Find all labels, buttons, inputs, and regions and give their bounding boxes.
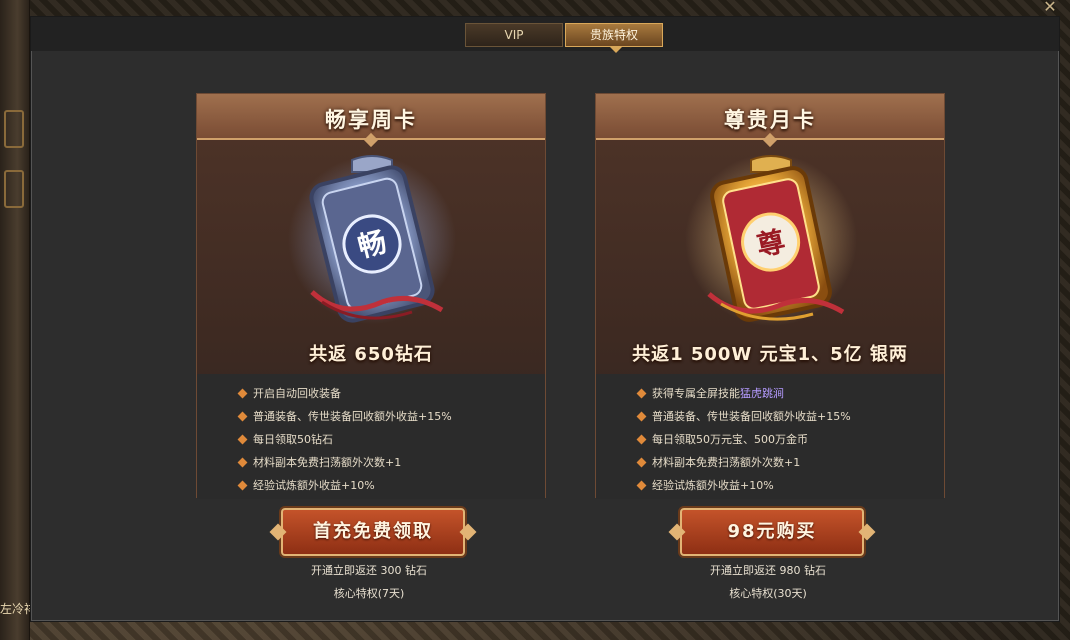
perk-item: 获得专属全屏技能猛虎跳涧 [636, 382, 944, 405]
diamond-bullet-icon [237, 411, 248, 422]
buy-monthly-button[interactable]: 98元购买 [680, 508, 864, 556]
perk-list: 开启自动回收装备 普通装备、传世装备回收额外收益+15% 每日领取50钻石 材料… [197, 374, 545, 499]
claim-free-button[interactable]: 首充免费领取 [281, 508, 465, 556]
card-reward: 共返1 500W 元宝1、5亿 银两 [632, 344, 908, 365]
card-title: 尊贵月卡 [724, 108, 816, 132]
perk-item: 普通装备、传世装备回收额外收益+15% [636, 405, 944, 428]
perk-list: 获得专属全屏技能猛虎跳涧 普通装备、传世装备回收额外收益+15% 每日领取50万… [596, 374, 944, 499]
weekly-card: 畅享周卡 畅 共返 650钻石 开启自动回收装备 普通装备、传世装备回收额外收益… [196, 93, 546, 499]
tab-bar: VIP 贵族特权 [31, 17, 1059, 53]
card-header: 畅享周卡 [197, 94, 545, 140]
left-decoration [0, 0, 30, 640]
diamond-bullet-icon [237, 434, 248, 445]
perk-item: 每日领取50万元宝、500万金币 [636, 428, 944, 451]
perk-item: 经验试炼额外收益+10% [237, 474, 545, 497]
diamond-bullet-icon [636, 480, 647, 491]
monthly-duration-note: 核心特权(30天) [729, 587, 807, 600]
diamond-bullet-icon [237, 388, 248, 399]
diamond-bullet-icon [636, 388, 647, 399]
skill-highlight: 猛虎跳涧 [740, 387, 784, 400]
diamond-bullet-icon [237, 457, 248, 468]
perk-item: 普通装备、传世装备回收额外收益+15% [237, 405, 545, 428]
perk-item: 每日领取50钻石 [237, 428, 545, 451]
monthly-token-image: 尊 [685, 154, 857, 326]
monthly-card: 尊贵月卡 尊 共返1 500W 元宝1、5亿 银两 获得专属全屏技能猛虎跳涧 普… [595, 93, 945, 499]
perk-item: 开启自动回收装备 [237, 382, 545, 405]
ornament-icon [4, 170, 24, 208]
perk-item: 材料副本免费扫荡额外次数+1 [636, 451, 944, 474]
card-title: 畅享周卡 [325, 108, 417, 132]
diamond-bullet-icon [636, 457, 647, 468]
ornament-icon [4, 110, 24, 148]
perk-item: 材料副本免费扫荡额外次数+1 [237, 451, 545, 474]
diamond-bullet-icon [237, 480, 248, 491]
monthly-return-note: 开通立即返还 980 钻石 [710, 564, 826, 577]
weekly-token-image: 畅 [288, 155, 456, 324]
weekly-return-note: 开通立即返还 300 钻石 [311, 564, 427, 577]
tab-noble-privilege[interactable]: 贵族特权 [565, 23, 663, 53]
close-icon[interactable]: ✕ [1038, 0, 1062, 16]
card-reward: 共返 650钻石 [309, 344, 433, 365]
card-header: 尊贵月卡 [596, 94, 944, 140]
diamond-bullet-icon [636, 434, 647, 445]
diamond-bullet-icon [636, 411, 647, 422]
weekly-duration-note: 核心特权(7天) [333, 587, 405, 600]
perk-item: 经验试炼额外收益+10% [636, 474, 944, 497]
tab-vip[interactable]: VIP [465, 23, 563, 47]
